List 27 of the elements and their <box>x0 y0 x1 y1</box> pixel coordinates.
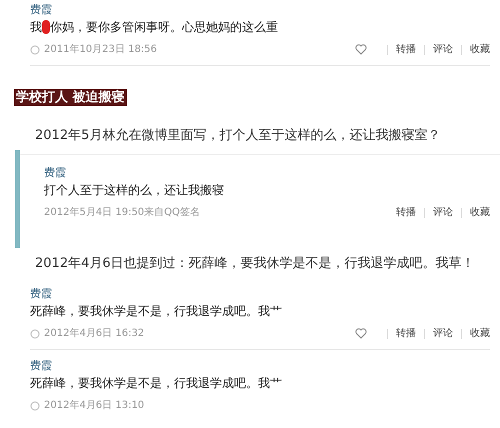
action-link[interactable]: 转播 <box>396 326 416 341</box>
caption-text: 2012年5月林允在微博里面写，打个人至于这样的么，还让我搬寝室？ <box>34 127 442 145</box>
author-name[interactable]: 费霞 <box>30 2 490 18</box>
post-text: 死薛峰，要我休学是不是，行我退学成吧。我艹 <box>30 303 282 320</box>
author-name[interactable]: 费霞 <box>44 165 490 181</box>
action-link[interactable]: 收藏 <box>470 42 490 57</box>
post-text: 我 <box>30 19 42 36</box>
action-link[interactable]: 收藏 <box>470 205 490 220</box>
post-time: 2011年10月23日 18:56 <box>44 43 157 57</box>
caption-text: 2012年4月6日也提到过：死薛峰，要我休学是不是，行我退学成吧。我草！ <box>34 255 476 273</box>
post-text: 死薛峰，要我休学是不是，行我退学成吧。我艹 <box>30 375 282 392</box>
author-name[interactable]: 费霞 <box>30 286 490 302</box>
heart-icon[interactable] <box>355 44 367 55</box>
post-time: 2012年4月6日 16:32 <box>44 327 144 341</box>
post-time: 2012年4月6日 13:10 <box>44 399 144 413</box>
action-link[interactable]: 评论 <box>433 42 453 57</box>
action-link[interactable]: 转播 <box>396 205 416 220</box>
action-link[interactable]: 评论 <box>433 326 453 341</box>
post-time: 2012年5月4日 19:50来自QQ签名 <box>44 206 200 220</box>
action-link[interactable]: 转播 <box>396 42 416 57</box>
author-name[interactable]: 费霞 <box>30 358 490 374</box>
post-text: 打个人至于这样的么，还让我搬寝 <box>44 182 224 199</box>
action-link[interactable]: 评论 <box>433 205 453 220</box>
action-link[interactable]: 收藏 <box>470 326 490 341</box>
post-text: 你妈，要你多管闲事呀。心思她妈的这么重 <box>50 19 278 36</box>
headline-banner: 学校打人 被迫搬寝 <box>14 89 127 106</box>
heart-icon[interactable] <box>355 328 367 339</box>
